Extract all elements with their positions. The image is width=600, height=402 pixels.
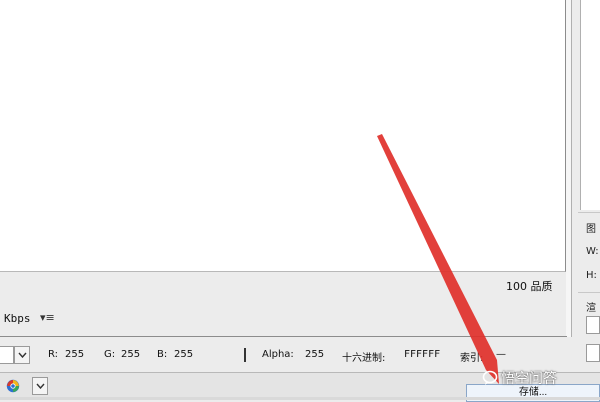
blue-channel-value: 255 (174, 349, 194, 360)
index-label: 索引: (460, 353, 484, 364)
right-panel-list (580, 0, 600, 210)
alpha-value: 255 (305, 349, 325, 360)
chevron-down-icon (17, 352, 27, 358)
browser-preview-dropdown-button[interactable] (32, 377, 48, 395)
color-select-field[interactable] (0, 346, 14, 364)
hex-label: 十六进制: (342, 353, 386, 364)
info-separator (244, 348, 246, 362)
height-label: H: (586, 270, 597, 281)
image-size-section-label: 图 (586, 224, 596, 235)
bitrate-menu-toggle[interactable]: ▾≡ (40, 311, 55, 324)
render-option-box[interactable] (586, 344, 600, 362)
red-channel-label: R: (48, 349, 59, 360)
quality-label: 100 品质 (506, 280, 553, 293)
green-channel-label: G: (104, 349, 116, 360)
red-channel-value: 255 (65, 349, 85, 360)
hex-value: FFFFFF (404, 349, 441, 360)
right-panel-separator (578, 212, 600, 213)
preview-divider (0, 336, 567, 337)
browser-globe-icon[interactable] (6, 379, 20, 393)
chat-bubble-icon (482, 370, 498, 385)
image-preview-canvas[interactable] (0, 0, 566, 272)
index-value: — (496, 349, 506, 360)
chevron-down-icon (35, 383, 45, 389)
alpha-label: Alpha: (262, 349, 294, 360)
green-channel-value: 255 (121, 349, 141, 360)
watermark: 悟空问答 (482, 368, 557, 388)
bitrate-label: Kbps (4, 312, 31, 325)
right-settings-panel: 图 W: H: 渲 (572, 0, 600, 400)
watermark-text: 悟空问答 (501, 371, 557, 387)
width-label: W: (586, 246, 599, 257)
render-option-box[interactable] (586, 316, 600, 334)
right-panel-separator (578, 292, 600, 293)
render-section-label: 渲 (586, 303, 596, 314)
color-select-dropdown-button[interactable] (14, 346, 30, 364)
blue-channel-label: B: (157, 349, 168, 360)
